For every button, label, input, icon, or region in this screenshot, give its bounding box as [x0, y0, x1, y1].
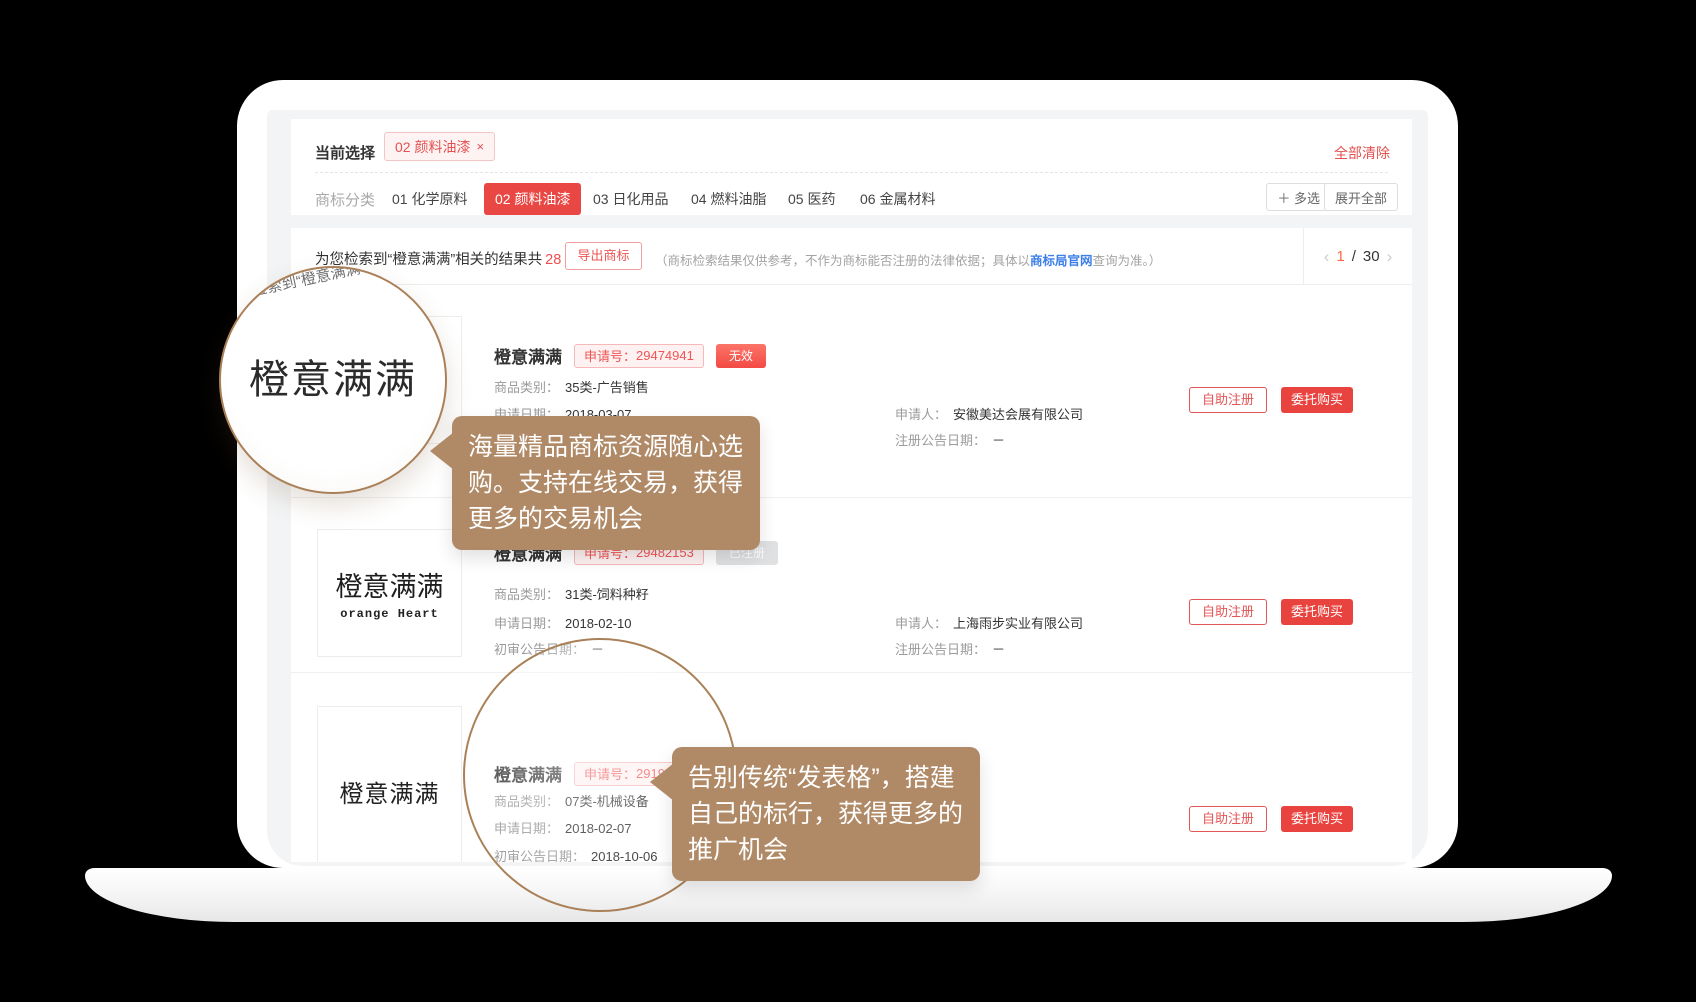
- reg-pub-value: －: [992, 642, 1005, 657]
- expand-all-button[interactable]: 展开全部: [1324, 183, 1398, 211]
- export-trademark-button[interactable]: 导出商标: [565, 242, 642, 270]
- current-selection-label: 当前选择: [315, 142, 375, 163]
- category-tab-06[interactable]: 06 金属材料: [860, 189, 935, 209]
- category-line: 商品类别： 31类-饲料种籽: [494, 584, 649, 603]
- entrust-buy-button[interactable]: 委托购买: [1281, 806, 1353, 832]
- results-summary: 为您检索到“橙意满满”相关的结果共28个: [315, 248, 579, 269]
- tooltip-text: 海量精品商标资源随心选 购。支持在线交易，获得 更多的交易机会: [468, 429, 744, 537]
- selected-filter-tag[interactable]: 02 颜料油漆 ×: [384, 132, 495, 161]
- prev-page-icon[interactable]: ‹: [1324, 247, 1330, 267]
- next-page-icon[interactable]: ›: [1387, 247, 1393, 267]
- magnifier-circle-top: 检索到“橙意满满” 橙意满满: [219, 266, 447, 494]
- entrust-buy-button[interactable]: 委托购买: [1281, 599, 1353, 625]
- disclaimer-text: （商标检索结果仅供参考，不作为商标能否注册的法律依据；具体以商标局官网查询为准。…: [655, 250, 1161, 269]
- applicant-group: 申请人： 上海雨步实业有限公司: [895, 613, 1083, 632]
- self-register-button[interactable]: 自助注册: [1189, 599, 1267, 625]
- reg-pub-group: 注册公告日期： －: [895, 639, 1005, 658]
- trademark-image[interactable]: 橙意满满: [317, 706, 462, 862]
- tag-close-icon[interactable]: ×: [476, 139, 484, 154]
- category-tab-03[interactable]: 03 日化用品: [593, 189, 668, 209]
- applicant-value: 上海雨步实业有限公司: [953, 616, 1083, 631]
- category-tab-05[interactable]: 05 医药: [788, 189, 835, 209]
- divider: [315, 172, 1388, 173]
- trademark-image-subtext: orange Heart: [340, 607, 438, 621]
- category-tab-04[interactable]: 04 燃料油脂: [691, 189, 766, 209]
- reg-pub-value: －: [992, 433, 1005, 448]
- tooltip-arrow: [430, 432, 454, 470]
- category-value: 35类-广告销售: [565, 380, 649, 395]
- results-header: 为您检索到“橙意满满”相关的结果共28个 导出商标 （商标检索结果仅供参考，不作…: [291, 228, 1412, 285]
- tooltip-bubble-trade: 海量精品商标资源随心选 购。支持在线交易，获得 更多的交易机会: [452, 416, 760, 550]
- trademark-office-link[interactable]: 商标局官网: [1030, 254, 1093, 268]
- total-pages: 30: [1363, 248, 1380, 265]
- selected-filter-tag-label: 02 颜料油漆: [395, 137, 470, 157]
- summary-count: 28: [542, 252, 564, 268]
- reg-pub-label: 注册公告日期：: [895, 433, 986, 448]
- pagination: ‹ 1 / 30 ›: [1303, 228, 1412, 285]
- page-separator: /: [1352, 248, 1356, 265]
- trademark-image-text: 橙意满满: [340, 774, 440, 809]
- trademark-image[interactable]: 橙意满满 orange Heart: [317, 529, 462, 657]
- row-actions: 自助注册 委托购买: [1189, 387, 1353, 413]
- entrust-buy-button[interactable]: 委托购买: [1281, 387, 1353, 413]
- category-label: 商品类别：: [494, 587, 559, 602]
- app-no-value: 29474941: [636, 348, 694, 363]
- app-no-label: 申请号：: [584, 346, 636, 365]
- self-register-button[interactable]: 自助注册: [1189, 387, 1267, 413]
- apply-line: 申请日期： 2018-02-10 申请人： 上海雨步实业有限公司: [494, 613, 1254, 632]
- self-register-button[interactable]: 自助注册: [1189, 806, 1267, 832]
- trademark-name[interactable]: 橙意满满: [494, 343, 562, 368]
- current-page: 1: [1336, 248, 1344, 265]
- apply-date-value: 2018-02-10: [565, 616, 632, 631]
- application-number-tag: 申请号：29474941: [574, 344, 704, 368]
- category-label: 商品类别：: [494, 380, 559, 395]
- trademark-image-text: 橙意满满: [336, 565, 444, 604]
- clear-all-link[interactable]: 全部清除: [1334, 143, 1390, 163]
- category-value: 31类-饲料种籽: [565, 587, 649, 602]
- reg-pub-group: 注册公告日期： －: [895, 430, 1005, 449]
- reg-pub-label: 注册公告日期：: [895, 642, 986, 657]
- category-row-label: 商标分类: [315, 189, 375, 210]
- category-tab-01[interactable]: 01 化学原料: [392, 189, 467, 209]
- apply-date-label: 申请日期：: [494, 616, 559, 631]
- tooltip-arrow: [650, 763, 674, 801]
- category-tab-02-active[interactable]: 02 颜料油漆: [484, 183, 581, 215]
- applicant-value: 安徽美达会展有限公司: [953, 407, 1083, 422]
- row-actions: 自助注册 委托购买: [1189, 806, 1353, 832]
- magnified-trademark-text: 橙意满满: [221, 347, 445, 405]
- row-title-line: 橙意满满 申请号：29474941 无效: [494, 343, 766, 368]
- disclaimer-prefix: （商标检索结果仅供参考，不作为商标能否注册的法律依据；具体以: [655, 254, 1030, 268]
- row-actions: 自助注册 委托购买: [1189, 599, 1353, 625]
- tooltip-bubble-promo: 告别传统“发表格”，搭建 自己的标行，获得更多的 推广机会: [672, 747, 980, 881]
- status-badge: 无效: [716, 344, 766, 368]
- category-line: 商品类别： 35类-广告销售: [494, 377, 649, 396]
- page: 当前选择 02 颜料油漆 × 全部清除 商标分类 01 化学原料 02 颜料油漆…: [0, 0, 1696, 1002]
- tooltip-text: 告别传统“发表格”，搭建 自己的标行，获得更多的 推广机会: [688, 760, 964, 868]
- summary-middle: 相关的结果共: [455, 252, 542, 268]
- summary-query: “橙意满满”: [388, 252, 456, 268]
- applicant-label: 申请人：: [895, 616, 947, 631]
- disclaimer-suffix: 查询为准。）: [1093, 254, 1162, 268]
- applicant-group: 申请人： 安徽美达会展有限公司: [895, 404, 1083, 423]
- filter-panel: 当前选择 02 颜料油漆 × 全部清除 商标分类 01 化学原料 02 颜料油漆…: [291, 119, 1412, 215]
- applicant-label: 申请人：: [895, 407, 947, 422]
- multi-select-button[interactable]: ＋ 多选: [1266, 183, 1331, 211]
